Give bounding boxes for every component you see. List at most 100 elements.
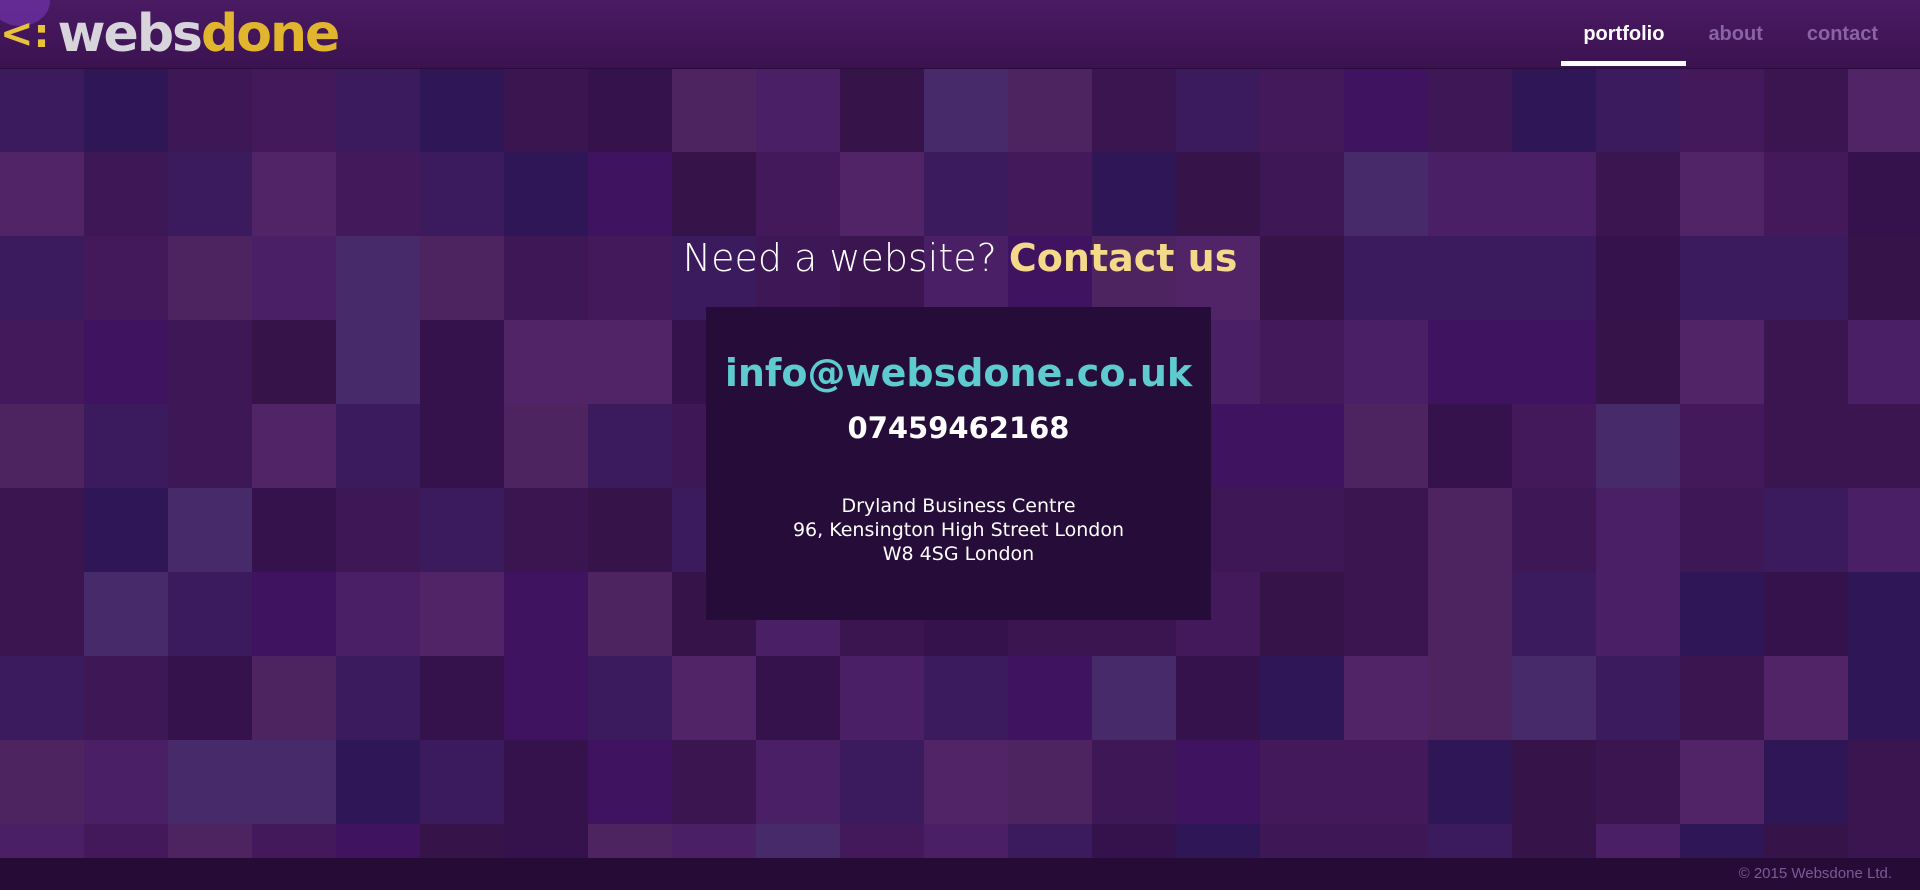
mosaic-tile (1596, 572, 1680, 656)
mosaic-tile (84, 404, 168, 488)
mosaic-tile (924, 656, 1008, 740)
mosaic-tile (1848, 656, 1920, 740)
mosaic-tile (252, 488, 336, 572)
mosaic-tile (1428, 740, 1512, 824)
mosaic-tile (1428, 68, 1512, 152)
mosaic-tile (588, 740, 672, 824)
mosaic-tile (1428, 320, 1512, 404)
mosaic-tile (1680, 152, 1764, 236)
mosaic-tile (504, 488, 588, 572)
mosaic-tile (1344, 572, 1428, 656)
mosaic-tile (336, 404, 420, 488)
mosaic-tile (0, 320, 84, 404)
email-link[interactable]: info@websdone.co.uk (706, 351, 1211, 395)
mosaic-tile (1680, 740, 1764, 824)
mosaic-tile (1596, 488, 1680, 572)
mosaic-tile (588, 824, 672, 858)
mosaic-tile (252, 404, 336, 488)
mosaic-tile (1764, 320, 1848, 404)
mosaic-tile (1344, 68, 1428, 152)
mosaic-tile (504, 572, 588, 656)
mosaic-tile (1428, 404, 1512, 488)
mosaic-tile (420, 740, 504, 824)
mosaic-tile (84, 656, 168, 740)
mosaic-tile (252, 152, 336, 236)
mosaic-tile (1512, 404, 1596, 488)
mosaic-tile (336, 320, 420, 404)
mosaic-tile (1596, 320, 1680, 404)
mosaic-tile (1344, 740, 1428, 824)
mosaic-tile (1680, 404, 1764, 488)
address-line-3: W8 4SG London (882, 543, 1035, 565)
nav-item-contact[interactable]: contact (1785, 0, 1900, 68)
mosaic-tile (420, 320, 504, 404)
mosaic-tile (1848, 740, 1920, 824)
mosaic-tile (1428, 488, 1512, 572)
mosaic-tile (1092, 656, 1176, 740)
mosaic-tile (1512, 572, 1596, 656)
mosaic-tile (1092, 68, 1176, 152)
mosaic-tile (1596, 404, 1680, 488)
mosaic-tile (1344, 404, 1428, 488)
mosaic-tile (84, 152, 168, 236)
mosaic-tile (504, 656, 588, 740)
mosaic-tile (0, 68, 84, 152)
mosaic-tile (1512, 68, 1596, 152)
site-header: <: websdone portfolio about contact (0, 0, 1920, 69)
mosaic-tile (1512, 656, 1596, 740)
mosaic-tile (504, 68, 588, 152)
mosaic-tile (1512, 824, 1596, 858)
nav-item-portfolio[interactable]: portfolio (1561, 0, 1687, 68)
mosaic-tile (588, 404, 672, 488)
mosaic-tile (672, 824, 756, 858)
phone-number: 07459462168 (847, 411, 1070, 445)
mosaic-tile (1428, 656, 1512, 740)
mosaic-tile (1512, 488, 1596, 572)
mosaic-tile (924, 740, 1008, 824)
mosaic-tile (1344, 320, 1428, 404)
mosaic-tile (840, 68, 924, 152)
mosaic-tile (1764, 740, 1848, 824)
site-footer: © 2015 Websdone Ltd. (0, 858, 1920, 890)
copyright-text: © 2015 Websdone Ltd. (1738, 865, 1892, 882)
mosaic-tile (420, 404, 504, 488)
logo-text-done: done (201, 4, 340, 64)
mosaic-tile (588, 656, 672, 740)
mosaic-tile (252, 572, 336, 656)
mosaic-tile (252, 740, 336, 824)
mosaic-tile (1428, 572, 1512, 656)
mosaic-tile (1260, 320, 1344, 404)
mosaic-tile (588, 488, 672, 572)
mosaic-tile (1596, 824, 1680, 858)
logo-text: websdone (58, 8, 341, 60)
mosaic-tile (168, 488, 252, 572)
mosaic-tile (504, 404, 588, 488)
mosaic-tile (672, 152, 756, 236)
mosaic-tile (504, 824, 588, 858)
mosaic-tile (1596, 656, 1680, 740)
mosaic-tile (1848, 404, 1920, 488)
logo[interactable]: <: websdone (0, 0, 341, 62)
mosaic-tile (1008, 740, 1092, 824)
mosaic-tile (1848, 824, 1920, 858)
mosaic-tile (168, 404, 252, 488)
mosaic-tile (336, 740, 420, 824)
mosaic-tile (588, 68, 672, 152)
mosaic-tile (1680, 488, 1764, 572)
nav-item-about[interactable]: about (1686, 0, 1784, 68)
mosaic-tile (1344, 824, 1428, 858)
mosaic-tile (1176, 740, 1260, 824)
mosaic-tile (1680, 656, 1764, 740)
mosaic-tile (1092, 740, 1176, 824)
mosaic-tile (840, 740, 924, 824)
mosaic-tile (924, 152, 1008, 236)
mosaic-tile (1848, 68, 1920, 152)
mosaic-tile (420, 152, 504, 236)
mosaic-tile (0, 488, 84, 572)
mosaic-tile (84, 320, 168, 404)
mosaic-tile (1008, 656, 1092, 740)
mosaic-tile (1260, 572, 1344, 656)
mosaic-tile (756, 824, 840, 858)
mosaic-tile (756, 740, 840, 824)
mosaic-tile (168, 740, 252, 824)
